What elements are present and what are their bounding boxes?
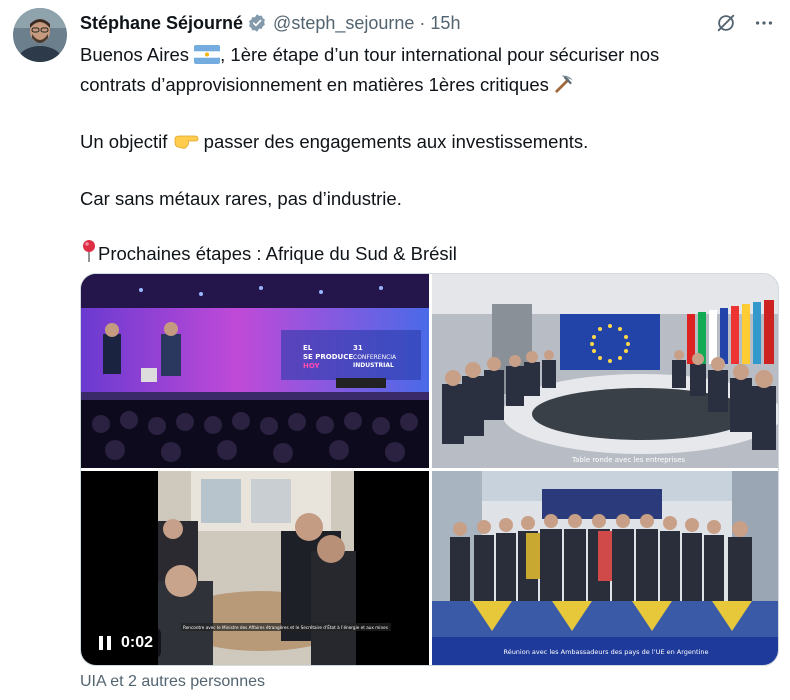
author-handle[interactable]: @steph_sejourne <box>273 13 414 34</box>
author-name[interactable]: Stéphane Séjourné <box>80 13 243 34</box>
video-subtitle: Rencontre avec le Ministre des Affaires … <box>183 625 388 630</box>
tweet-line-3: Un objectif passer des engagements aux i… <box>80 128 770 158</box>
tweet-line-4: Car sans métaux rares, pas d’industrie. <box>80 188 402 209</box>
text-fragment: passer des engagements aux investissemen… <box>198 131 589 152</box>
argentina-flag-icon <box>194 44 221 71</box>
photo-ambassadors-group[interactable]: Réunion avec les Ambassadeurs des pays d… <box>432 471 778 665</box>
text-fragment: Buenos Aires <box>80 44 190 65</box>
text-fragment: Prochaines étapes : Afrique du Sud & Bré… <box>98 243 457 264</box>
text-fragment: , 1ère étape d’un tour international pou… <box>220 44 660 65</box>
tweet-line-2: contrats d’approvisionnement en matières… <box>80 71 770 101</box>
screen-text-6: INDUSTRIAL <box>353 362 394 369</box>
separator-dot: · <box>419 12 426 33</box>
tweet-header: Stéphane Séjourné @steph_sejourne · 15h <box>80 11 776 35</box>
text-fragment: Un objectif <box>80 131 168 152</box>
timestamp[interactable]: 15h <box>430 13 460 34</box>
avatar[interactable] <box>13 8 67 62</box>
screen-text-1: EL <box>303 344 313 352</box>
photo-conference-stage[interactable]: EL SE PRODUCE HOY 31 CONFERENCIA INDUSTR… <box>81 274 429 468</box>
tweet-line-5: Prochaines étapes : Afrique du Sud & Bré… <box>80 239 770 270</box>
verified-badge-icon <box>247 13 267 33</box>
tweet-line-1: Buenos Aires , 1ère étape d’un tour inte… <box>80 41 770 71</box>
media-grid: EL SE PRODUCE HOY 31 CONFERENCIA INDUSTR… <box>80 273 779 666</box>
grok-icon[interactable] <box>714 11 738 35</box>
round-pushpin-icon <box>80 239 98 270</box>
pickaxe-icon <box>554 72 576 101</box>
screen-text-5: CONFERENCIA <box>353 354 397 361</box>
backhand-index-pointing-right-icon <box>173 131 199 158</box>
screen-text-2: SE PRODUCE <box>303 353 353 361</box>
screen-text-4: 31 <box>353 344 363 352</box>
photo2-caption: Table ronde avec les entreprises <box>571 456 685 464</box>
text-fragment: contrats d’approvisionnement en matières… <box>80 74 549 95</box>
more-icon[interactable] <box>752 11 776 35</box>
tweet-text: Buenos Aires , 1ère étape d’un tour inte… <box>80 41 770 270</box>
video-controls[interactable]: 0:02 <box>91 628 162 658</box>
pause-icon[interactable] <box>99 636 113 650</box>
photo4-caption: Réunion avec les Ambassadeurs des pays d… <box>503 648 708 656</box>
screen-text-3: HOY <box>303 362 321 370</box>
photo-eu-round-table[interactable]: Table ronde avec les entreprises <box>432 274 778 468</box>
video-meeting[interactable]: Rencontre avec le Ministre des Affaires … <box>81 471 429 665</box>
video-duration: 0:02 <box>121 634 154 651</box>
header-actions <box>714 11 776 35</box>
social-context[interactable]: UIA et 2 autres personnes <box>80 673 265 691</box>
